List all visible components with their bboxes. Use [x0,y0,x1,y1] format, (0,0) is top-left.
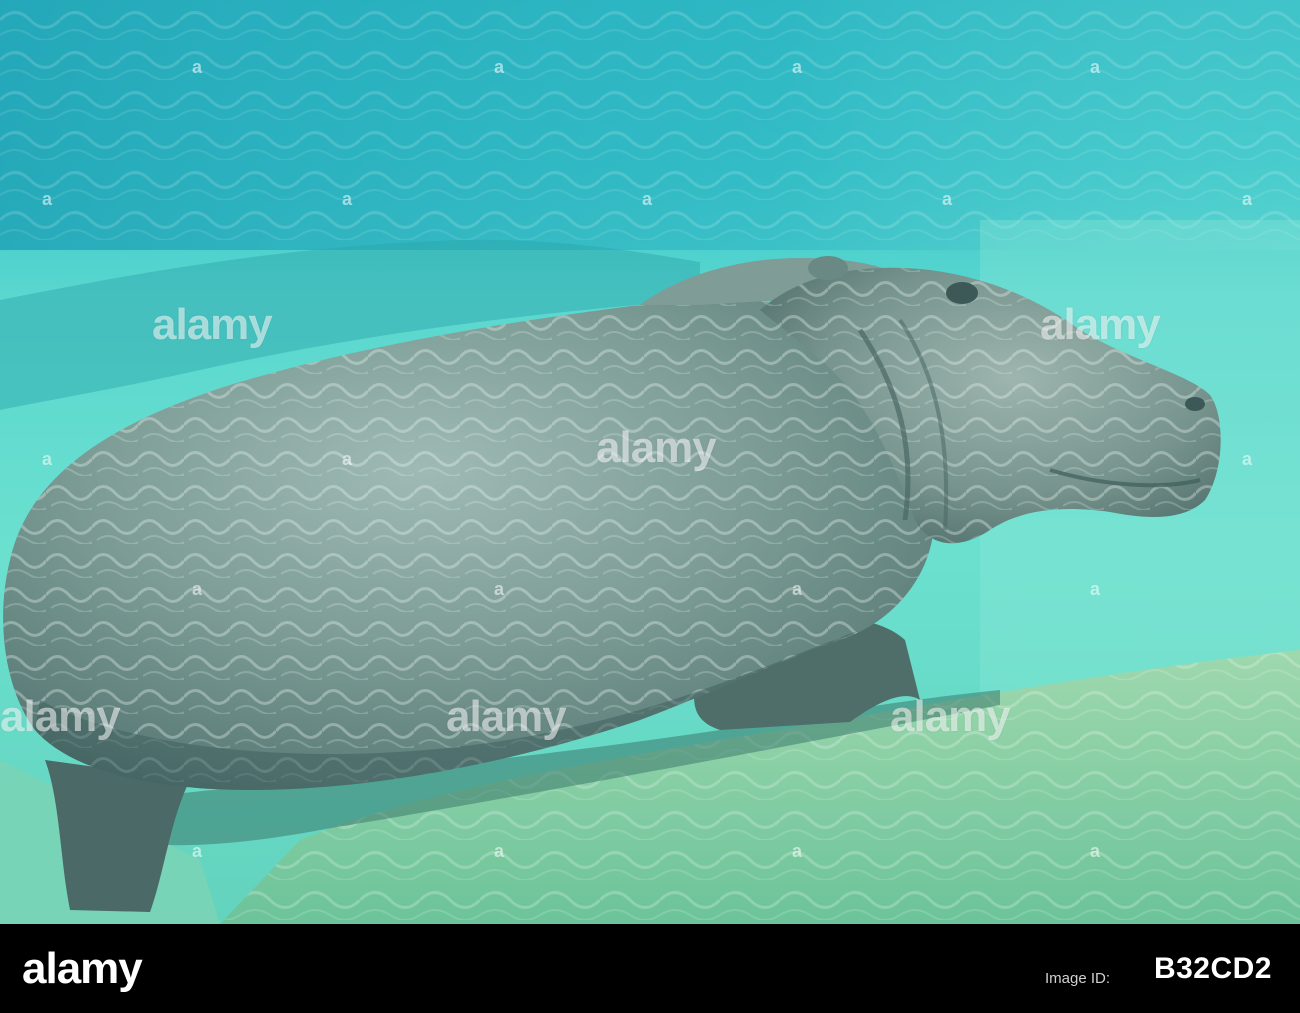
alamy-logo: alamy [22,944,143,993]
watermark-marker: a [1090,841,1101,861]
watermark-marker: a [192,841,203,861]
watermark-marker: a [1090,579,1101,599]
stock-footer-bar: alamy Image ID: B32CD2 [0,924,1300,1013]
watermark-marker: a [494,579,505,599]
watermark-marker: a [1090,57,1101,77]
watermark-marker: a [42,189,53,209]
image-id-label: Image ID: [1044,970,1110,987]
hippo-eye [946,282,978,304]
watermark-marker: a [642,189,653,209]
watermark-marker: a [1242,189,1253,209]
watermark-marker: a [192,579,203,599]
watermark-marker: a [942,189,953,209]
photo-frame: alamy alamy alamy alamy alamy alamy a a … [0,0,1300,924]
watermark-marker: a [792,57,803,77]
hippo-nostril [1185,397,1205,411]
watermark-marker: a [792,841,803,861]
watermark-marker: a [1242,449,1253,469]
hippo-ear [808,256,848,280]
watermark-marker: a [494,57,505,77]
watermark-marker: a [342,189,353,209]
underwater-hippo-photo [0,0,1300,924]
watermark-marker: a [792,579,803,599]
image-id: B32CD2 [1153,952,1272,985]
watermark-marker: a [494,841,505,861]
watermark-marker: a [342,449,353,469]
watermark-marker: a [192,57,203,77]
watermark-marker: a [42,449,53,469]
